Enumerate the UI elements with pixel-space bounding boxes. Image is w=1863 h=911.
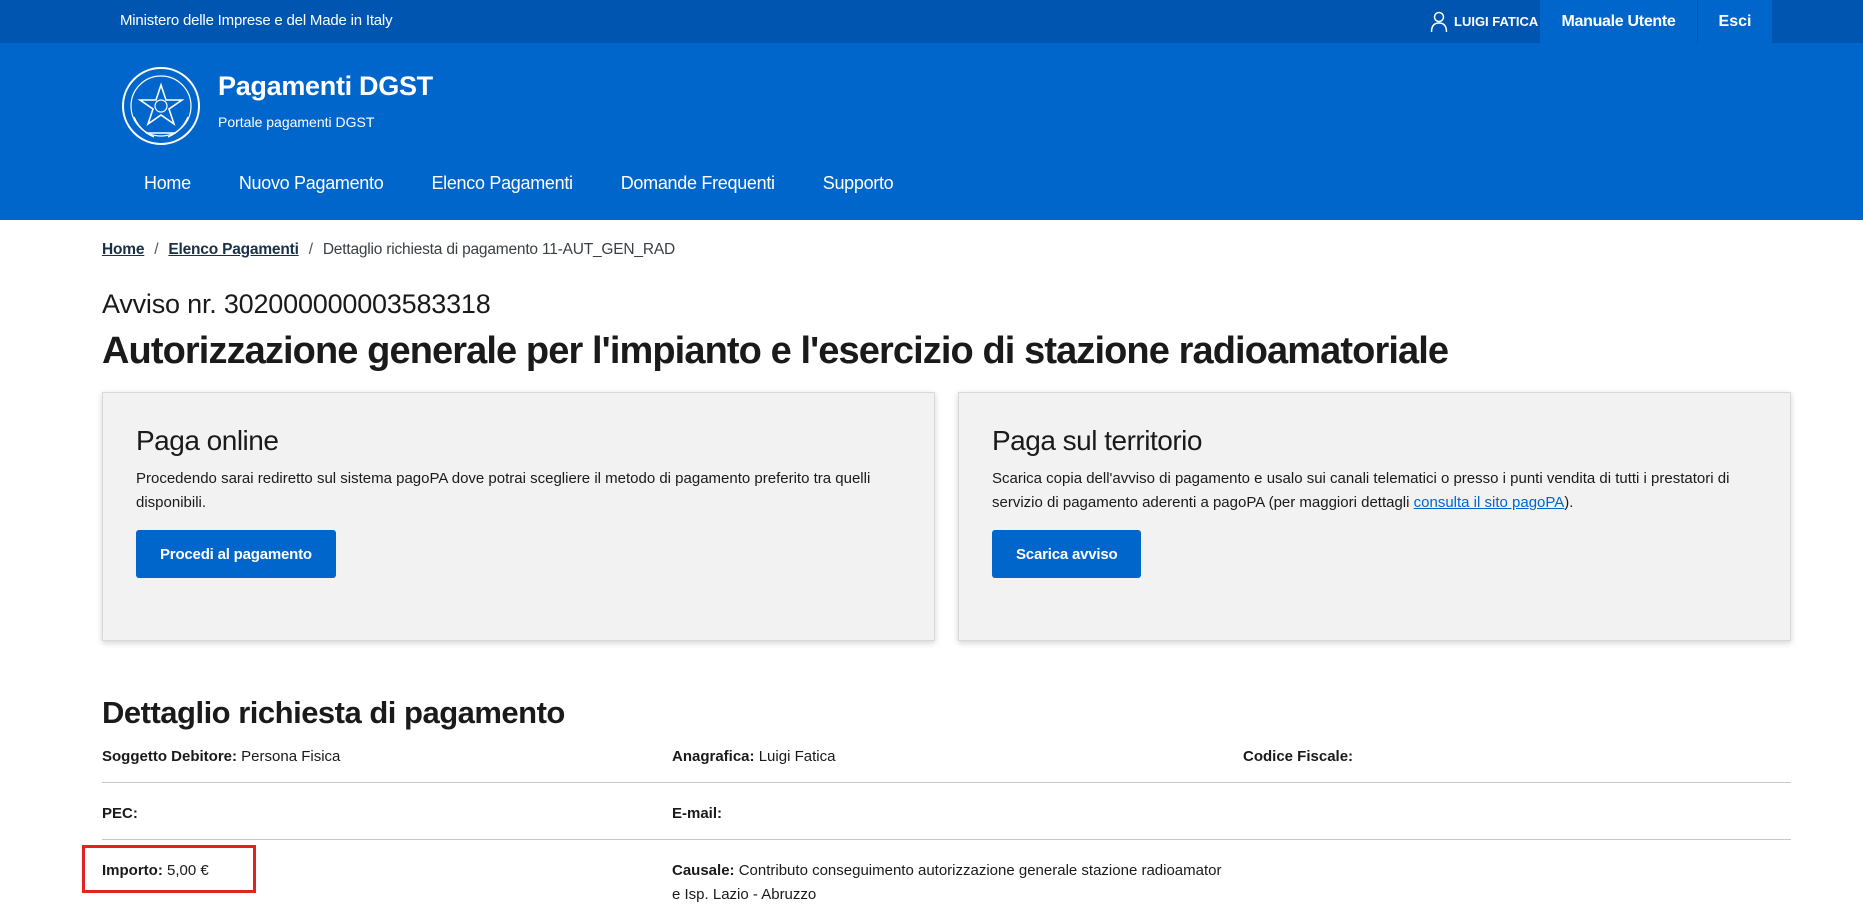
nav-item-new-payment[interactable]: Nuovo Pagamento: [215, 173, 408, 194]
debtor-type-field: Soggetto Debitore: Persona Fisica: [102, 745, 340, 769]
registry-value: Luigi Fatica: [758, 748, 836, 765]
pay-territory-text-main: Scarica copia dell'avviso di pagamento e…: [992, 470, 1730, 511]
reason-value: Contributo conseguimento autorizzazione …: [672, 862, 1222, 903]
pay-territory-title: Paga sul territorio: [992, 425, 1202, 456]
pay-territory-card: Paga sul territorio Scarica copia dell'a…: [958, 392, 1791, 641]
pay-online-title: Paga online: [136, 425, 279, 456]
main-nav: Home Nuovo Pagamento Elenco Pagamenti Do…: [120, 173, 917, 194]
pay-territory-text-end: ).: [1564, 494, 1574, 511]
detail-row: PEC: E-mail:: [102, 802, 1791, 840]
tax-code-field: Codice Fiscale:: [1243, 745, 1353, 769]
notice-number: Avviso nr. 302000000003583318: [102, 289, 491, 319]
pay-territory-text: Scarica copia dell'avviso di pagamento e…: [992, 467, 1762, 515]
slim-header: Ministero delle Imprese e del Made in It…: [0, 0, 1863, 43]
tax-code-label: Codice Fiscale:: [1243, 748, 1354, 765]
nav-item-payment-list[interactable]: Elenco Pagamenti: [407, 173, 596, 194]
user-name: LUIGI FATICA: [1454, 14, 1539, 29]
nav-item-faq[interactable]: Domande Frequenti: [597, 173, 799, 194]
breadcrumb-home-link[interactable]: Home: [102, 241, 144, 259]
ministry-name[interactable]: Ministero delle Imprese e del Made in It…: [120, 12, 393, 29]
reason-label: Causale:: [672, 862, 735, 879]
site-title[interactable]: Pagamenti DGST: [218, 71, 433, 102]
amount-highlight-box: [82, 845, 256, 893]
pec-label: PEC:: [102, 805, 138, 822]
breadcrumb-separator: /: [308, 241, 313, 258]
breadcrumb: Home / Elenco Pagamenti / Dettaglio rich…: [102, 241, 675, 259]
user-menu[interactable]: LUIGI FATICA: [1430, 0, 1538, 43]
debtor-type-label: Soggetto Debitore:: [102, 748, 237, 765]
page-title: Autorizzazione generale per l'impianto e…: [102, 330, 1449, 372]
reason-field: Causale: Contributo conseguimento autori…: [672, 859, 1222, 907]
nav-item-home[interactable]: Home: [120, 173, 215, 194]
center-header: Pagamenti DGST Portale pagamenti DGST Ho…: [0, 43, 1863, 220]
email-label: E-mail:: [672, 805, 723, 822]
detail-section-title: Dettaglio richiesta di pagamento: [102, 695, 565, 730]
registry-field: Anagrafica: Luigi Fatica: [672, 745, 835, 769]
user-icon: [1430, 11, 1448, 32]
pagopa-site-link[interactable]: consulta il sito pagoPA: [1414, 494, 1565, 511]
breadcrumb-list-link[interactable]: Elenco Pagamenti: [168, 241, 299, 259]
logout-button[interactable]: Esci: [1698, 0, 1772, 43]
nav-item-support[interactable]: Supporto: [799, 173, 918, 194]
proceed-payment-button[interactable]: Procedi al pagamento: [136, 530, 336, 578]
debtor-type-value: Persona Fisica: [241, 748, 341, 765]
breadcrumb-separator: /: [154, 241, 159, 258]
site-subtitle: Portale pagamenti DGST: [218, 114, 375, 130]
registry-label: Anagrafica:: [672, 748, 755, 765]
pec-field: PEC:: [102, 802, 138, 826]
detail-row: Importo: 5,00 € Causale: Contributo cons…: [102, 859, 1791, 911]
download-notice-button[interactable]: Scarica avviso: [992, 530, 1142, 578]
breadcrumb-current: Dettaglio richiesta di pagamento 11-AUT_…: [322, 241, 675, 258]
republic-emblem-icon[interactable]: [120, 65, 202, 147]
pay-online-text: Procedendo sarai rediretto sul sistema p…: [136, 470, 871, 511]
pay-online-card: Paga online Procedendo sarai rediretto s…: [102, 392, 935, 641]
email-field: E-mail:: [672, 802, 722, 826]
detail-row: Soggetto Debitore: Persona Fisica Anagra…: [102, 745, 1791, 783]
user-manual-button[interactable]: Manuale Utente: [1540, 0, 1697, 43]
